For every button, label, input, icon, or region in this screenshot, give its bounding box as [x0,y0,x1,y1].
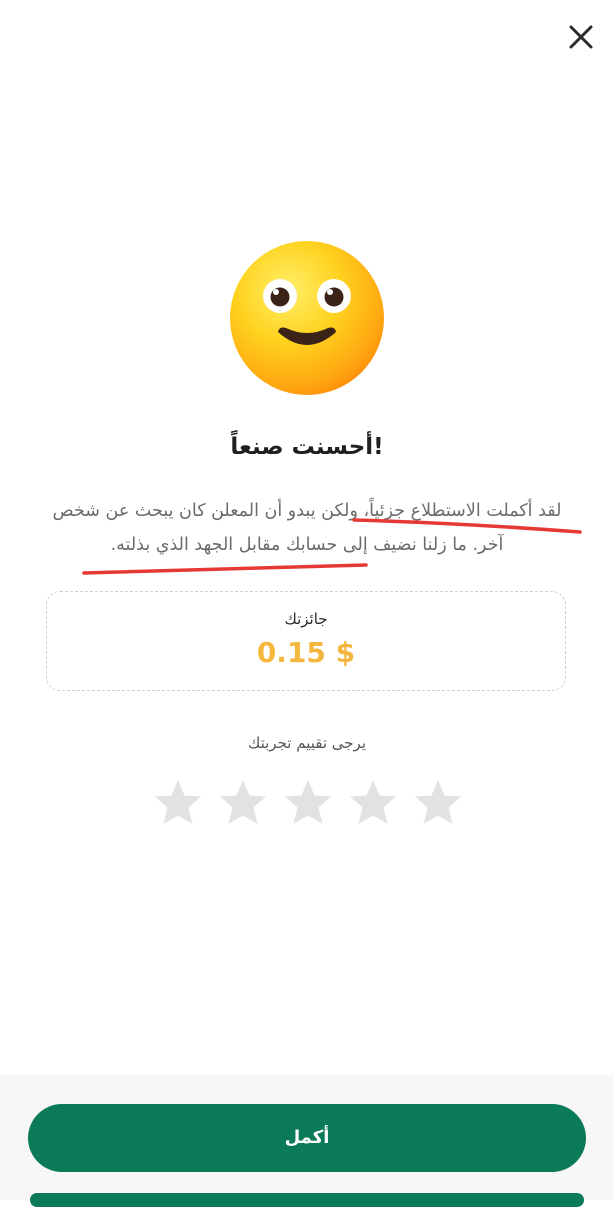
star-rating [153,778,463,828]
annotation-underline-2 [82,563,368,575]
star-icon[interactable] [218,778,268,828]
success-title: !أحسنت صنعاً [230,434,384,460]
star-icon[interactable] [413,778,463,828]
continue-button[interactable]: أكمل [28,1104,586,1172]
star-icon[interactable] [348,778,398,828]
close-button[interactable] [566,22,596,52]
star-icon[interactable] [153,778,203,828]
reward-amount: 0.15 $ [256,636,356,669]
reward-label: جائزتك [284,610,328,628]
star-icon[interactable] [283,778,333,828]
close-icon [569,25,593,49]
result-message: لقد أكملت الاستطلاع جزئياً، ولكن يبدو أن… [52,501,562,555]
smiling-face-icon [229,240,385,396]
secondary-button[interactable] [30,1193,584,1207]
reward-card: جائزتك 0.15 $ [46,591,566,691]
rating-prompt: يرجى تقييم تجربتك [247,734,367,752]
